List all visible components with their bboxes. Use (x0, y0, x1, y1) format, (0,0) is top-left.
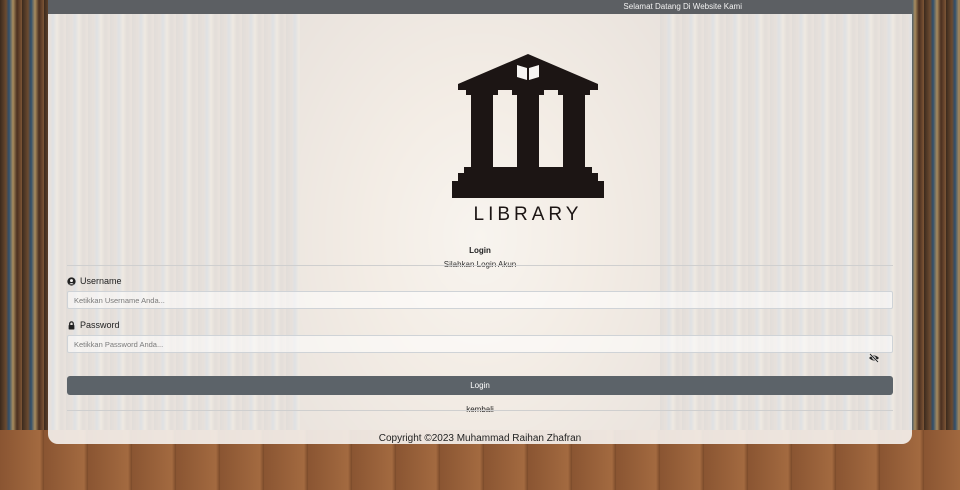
user-circle-icon (67, 276, 76, 286)
username-label: Username (67, 276, 122, 286)
login-card: LIBRARY Login Silahkan Login Akun Userna… (48, 14, 912, 444)
password-input[interactable] (67, 335, 893, 353)
logo-text: LIBRARY (474, 204, 583, 225)
welcome-text: Selamat Datang Di Website Kami (623, 2, 742, 11)
top-bar: Selamat Datang Di Website Kami (48, 0, 912, 14)
username-label-text: Username (80, 276, 122, 286)
login-title: Login (469, 246, 491, 255)
divider (67, 265, 893, 266)
password-label-text: Password (80, 320, 120, 330)
login-button[interactable]: Login (67, 376, 893, 395)
copyright-text: Copyright ©2023 Muhammad Raihan Zhafran (378, 433, 582, 444)
eye-slash-icon[interactable] (868, 353, 880, 363)
username-input[interactable] (67, 291, 893, 309)
password-label: Password (67, 320, 120, 330)
divider (67, 410, 893, 411)
library-building-icon (452, 54, 604, 198)
lock-icon (68, 320, 75, 330)
library-logo: LIBRARY (452, 54, 604, 225)
